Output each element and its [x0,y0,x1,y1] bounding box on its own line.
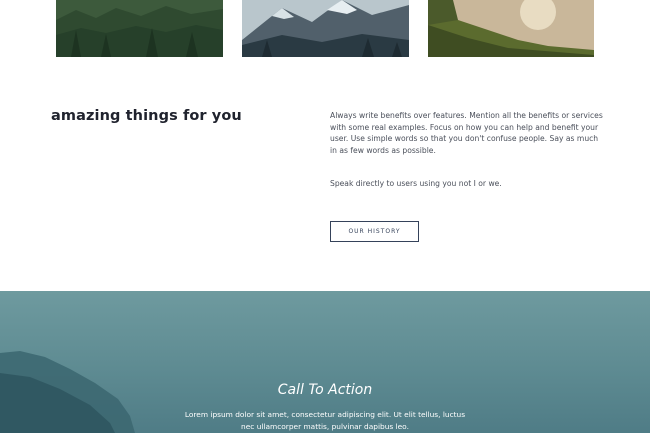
snowy-mountain-photo [242,0,409,57]
call-to-action-section: Call To Action Lorem ipsum dolor sit ame… [0,291,650,433]
forest-photo [56,0,223,57]
section-heading: amazing things for you [51,108,242,124]
benefits-paragraph: Always write benefits over features. Men… [330,111,603,155]
sunset-hill-photo [428,0,594,57]
our-history-button[interactable]: OUR HISTORY [330,221,419,242]
cta-body: Lorem ipsum dolor sit amet, consectetur … [184,410,466,431]
speak-directly-paragraph: Speak directly to users using you not I … [330,179,502,188]
cta-title: Call To Action [277,382,373,398]
